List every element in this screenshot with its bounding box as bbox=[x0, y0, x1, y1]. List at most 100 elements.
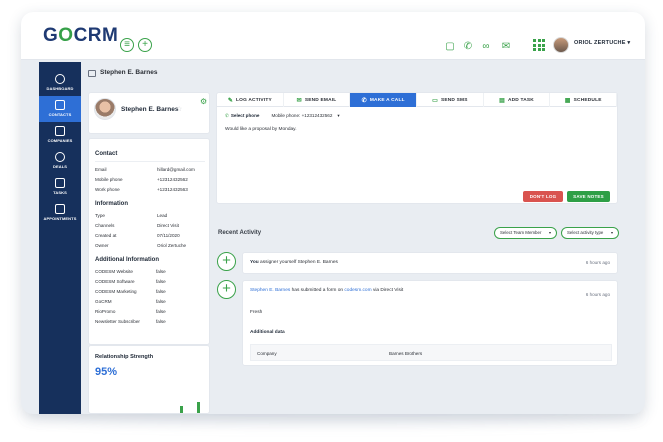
tab-send-email[interactable]: ✉ SEND EMAIL bbox=[284, 93, 351, 107]
tab-add-task[interactable]: ▤ ADD TASK bbox=[484, 93, 551, 107]
selected-phone[interactable]: Mobile phone: +12312432562 bbox=[271, 113, 332, 118]
field-label: Newsletter Subscriber bbox=[95, 319, 140, 324]
email-icon[interactable]: ✉ bbox=[499, 41, 513, 53]
field-value: false bbox=[156, 289, 166, 294]
mobile-phone-value[interactable]: +12312432562 bbox=[157, 177, 188, 182]
dashboard-icon bbox=[55, 74, 65, 84]
additional-data-title: Additional data bbox=[250, 330, 285, 335]
field-value: false bbox=[156, 309, 166, 314]
field-label: Channels bbox=[95, 223, 115, 228]
tab-schedule[interactable]: ▦ SCHEDULE bbox=[550, 93, 618, 107]
owner-value: Oriol Zertuche bbox=[157, 243, 187, 248]
strength-bar bbox=[197, 402, 200, 413]
tab-make-a-call[interactable]: ✆ MAKE A CALL bbox=[350, 93, 418, 107]
chevron-down-icon: ▾ bbox=[548, 230, 551, 235]
field-label: CODESM Software bbox=[95, 279, 135, 284]
activity-item: You assigner yourself Stephen E. Barnes … bbox=[242, 252, 618, 274]
apps-grid-icon[interactable] bbox=[533, 39, 545, 51]
sidebar-item-companies[interactable]: COMPANIES bbox=[39, 122, 81, 148]
chevron-down-icon: ▾ bbox=[610, 230, 613, 235]
companies-icon bbox=[55, 126, 65, 136]
contact-section-title: Contact bbox=[95, 151, 118, 157]
add-activity-icon[interactable]: + bbox=[217, 280, 236, 299]
phone-icon: ✆ bbox=[361, 97, 367, 104]
field-label: Type bbox=[95, 213, 105, 218]
phone-selector[interactable]: ✆ Select phone Mobile phone: +12312432562 ▾ bbox=[225, 113, 340, 119]
additional-info-section-title: Additional Information bbox=[95, 257, 159, 263]
task-icon: ▤ bbox=[499, 97, 505, 104]
action-tabs: ✎ LOG ACTIVITY ✉ SEND EMAIL ✆ MAKE A CALL ▭… bbox=[217, 93, 618, 107]
sidebar: DASHBOARD CONTACTS COMPANIES DEALS TASKS… bbox=[39, 62, 81, 414]
contact-details-card: Contact Email hillard@gmail.com Mobile p… bbox=[88, 138, 210, 345]
tab-send-sms[interactable]: ▭ SEND SMS bbox=[417, 93, 484, 107]
activity-item: Stephen E. Barnes has submitted a form o… bbox=[242, 280, 618, 366]
contact-link[interactable]: Stephen E. Barnes bbox=[250, 288, 290, 293]
activity-text: Stephen E. Barnes has submitted a form o… bbox=[250, 288, 404, 293]
field-value: false bbox=[156, 319, 166, 324]
sidebar-item-appointments[interactable]: APPOINTMENTS bbox=[39, 200, 81, 226]
call-notes-field[interactable]: Would like a proposal by Monday. bbox=[225, 127, 297, 132]
save-notes-button[interactable]: SAVE NOTES bbox=[567, 191, 610, 202]
field-value: false bbox=[156, 269, 166, 274]
profile-card: Stephen E. Barnes ☆ ⚙ bbox=[88, 92, 210, 134]
tasks-icon bbox=[55, 178, 65, 188]
additional-data-row: Company Barnes Brothers bbox=[250, 344, 612, 361]
add-icon[interactable]: + bbox=[138, 38, 152, 52]
sidebar-item-contacts[interactable]: CONTACTS bbox=[39, 96, 81, 122]
activity-type-filter[interactable]: Select activity type ▾ bbox=[561, 227, 619, 239]
tab-log-activity[interactable]: ✎ LOG ACTIVITY bbox=[217, 93, 284, 107]
team-member-filter[interactable]: Select Team Member ▾ bbox=[494, 227, 557, 239]
channels-value: Direct Visit bbox=[157, 223, 179, 228]
relationship-strength-card: Relationship Strength 95% bbox=[88, 345, 210, 414]
work-phone-value[interactable]: +12312432563 bbox=[157, 187, 188, 192]
gocrm-logo[interactable]: GOCRM bbox=[43, 25, 118, 47]
sidebar-item-dashboard[interactable]: DASHBOARD bbox=[39, 70, 81, 96]
pencil-icon: ✎ bbox=[227, 97, 234, 104]
gear-icon[interactable]: ⚙ bbox=[200, 97, 207, 106]
field-label: GoCRM bbox=[95, 299, 112, 304]
sidebar-item-tasks[interactable]: TASKS bbox=[39, 174, 81, 200]
field-label: CODESM Website bbox=[95, 269, 133, 274]
chat-icon[interactable]: ▢ bbox=[443, 41, 457, 53]
select-phone-label: Select phone bbox=[230, 113, 260, 118]
field-label: Email bbox=[95, 167, 107, 172]
activity-text: You assigner yourself Stephen E. Barnes bbox=[250, 260, 338, 265]
contact-name: Stephen E. Barnes bbox=[121, 106, 179, 113]
dont-log-button[interactable]: DON'T LOG bbox=[523, 191, 563, 202]
strength-title: Relationship Strength bbox=[95, 354, 154, 360]
page-title: Stephen E. Barnes bbox=[100, 69, 158, 76]
phone-icon[interactable]: ✆ bbox=[461, 41, 475, 53]
chevron-down-icon[interactable]: ▾ bbox=[337, 113, 339, 118]
recent-activity-title: Recent Activity bbox=[218, 230, 262, 236]
phone-icon: ✆ bbox=[225, 113, 229, 118]
field-label: CODESM Marketing bbox=[95, 289, 137, 294]
field-value: false bbox=[156, 299, 166, 304]
email-value[interactable]: hillard@gmail.com bbox=[157, 167, 195, 172]
sidebar-item-deals[interactable]: DEALS bbox=[39, 148, 81, 174]
strength-value: 95% bbox=[95, 366, 118, 378]
user-avatar[interactable] bbox=[553, 37, 569, 53]
deals-icon bbox=[55, 152, 65, 162]
divider bbox=[95, 161, 205, 162]
app-window: GOCRM ≡ + ▢ ✆ ∞ ✉ ORIOL ZERTUCHE ▾ DASHB… bbox=[21, 12, 645, 414]
field-label: Work phone bbox=[95, 187, 120, 192]
strength-bar bbox=[180, 405, 183, 413]
site-link[interactable]: codesm.com bbox=[344, 288, 371, 293]
menu-icon[interactable]: ≡ bbox=[120, 38, 134, 52]
envelope-icon: ✉ bbox=[296, 97, 302, 104]
company-label: Company bbox=[257, 351, 277, 356]
field-label: RioPromo bbox=[95, 309, 116, 314]
sms-icon: ▭ bbox=[432, 97, 438, 104]
field-label: Owner bbox=[95, 243, 109, 248]
activity-time: 6 hours ago bbox=[585, 260, 610, 265]
favorite-star-icon[interactable]: ☆ bbox=[176, 105, 182, 113]
voicemail-icon[interactable]: ∞ bbox=[479, 41, 493, 53]
type-value: Lead bbox=[157, 213, 168, 218]
appointments-icon bbox=[55, 204, 65, 214]
company-value: Barnes Brothers bbox=[389, 351, 423, 356]
user-menu[interactable]: ORIOL ZERTUCHE ▾ bbox=[574, 40, 630, 46]
contact-avatar bbox=[94, 98, 116, 120]
information-section-title: Information bbox=[95, 201, 128, 207]
contact-card-icon bbox=[88, 70, 96, 77]
add-activity-icon[interactable]: + bbox=[217, 252, 236, 271]
